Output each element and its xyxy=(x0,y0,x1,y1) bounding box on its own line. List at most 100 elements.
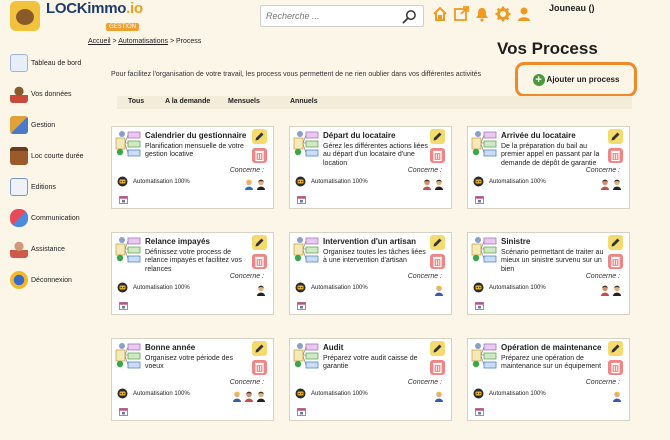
delete-button[interactable] xyxy=(608,148,623,163)
logo-tagline: GESTION xyxy=(106,22,140,31)
tab-annuels[interactable]: Annuels xyxy=(290,98,318,105)
delete-button[interactable] xyxy=(608,360,623,375)
search-icon[interactable] xyxy=(402,9,417,24)
external-link-icon[interactable] xyxy=(453,6,469,22)
concerned-people xyxy=(612,390,622,402)
automation-label: Automatisation 100% xyxy=(311,178,368,185)
sidebar-item-label: Déconnexion xyxy=(31,276,72,284)
user-name[interactable]: Jouneau () xyxy=(549,3,595,13)
delete-button[interactable] xyxy=(430,254,445,269)
robot-icon xyxy=(473,282,484,293)
calendar-icon xyxy=(297,196,306,204)
home-icon[interactable] xyxy=(432,6,448,22)
breadcrumb-home[interactable]: Accueil xyxy=(88,38,111,45)
process-flow-icon xyxy=(293,131,319,157)
process-flow-icon xyxy=(115,343,141,369)
automation-status: Automatisation 100% xyxy=(473,176,546,187)
sidebar-item-editions[interactable]: Editions xyxy=(10,172,90,202)
process-card[interactable]: Relance impayés Définissez votre process… xyxy=(111,232,274,315)
concerned-people xyxy=(256,284,266,296)
filter-bar: Tous A la demande Mensuels Annuels xyxy=(117,96,632,109)
sidebar-item-gestion[interactable]: Gestion xyxy=(10,110,90,140)
delete-button[interactable] xyxy=(252,148,267,163)
edit-button[interactable] xyxy=(430,129,445,144)
sidebar-item-tableau-de-bord[interactable]: Tableau de bord xyxy=(10,48,90,78)
logout-icon xyxy=(10,271,28,289)
process-description: Organisez toutes les tâches liées à une … xyxy=(323,249,426,265)
search-input[interactable] xyxy=(261,11,396,21)
concern-label: Concerne : xyxy=(585,167,620,174)
team-avatar-icon xyxy=(423,179,431,190)
concerned-people xyxy=(422,178,444,190)
process-card[interactable]: Opération de maintenance Préparez une op… xyxy=(467,338,630,421)
tab-a-la-demande[interactable]: A la demande xyxy=(165,98,210,105)
concern-label: Concerne : xyxy=(229,379,264,386)
concerned-people xyxy=(434,284,444,296)
automation-label: Automatisation 100% xyxy=(133,284,190,291)
edit-button[interactable] xyxy=(252,235,267,250)
sidebar-item-communication[interactable]: Communication xyxy=(10,203,90,233)
edit-button[interactable] xyxy=(608,129,623,144)
edit-button[interactable] xyxy=(608,341,623,356)
process-description: Planification mensuelle de votre gestion… xyxy=(145,143,244,159)
delete-button[interactable] xyxy=(252,360,267,375)
delete-button[interactable] xyxy=(252,254,267,269)
process-card[interactable]: Bonne année Organisez votre période des … xyxy=(111,338,274,421)
gear-icon[interactable] xyxy=(495,6,511,22)
app-logo[interactable]: LOCKimmo.io GESTION xyxy=(10,0,170,32)
edit-button[interactable] xyxy=(252,129,267,144)
edit-button[interactable] xyxy=(430,341,445,356)
sidebar-item-vos-donnees[interactable]: Vos données xyxy=(10,79,90,109)
tab-mensuels[interactable]: Mensuels xyxy=(228,98,260,105)
process-flow-icon xyxy=(293,237,319,263)
process-card[interactable]: Départ du locataire Gérez les différente… xyxy=(289,126,452,209)
breadcrumb: Accueil > Automatisations > Process xyxy=(88,38,201,45)
sidebar-item-loc-courte-duree[interactable]: Loc courte durée xyxy=(10,141,90,171)
edit-button[interactable] xyxy=(252,341,267,356)
delete-button[interactable] xyxy=(430,148,445,163)
calendar-icon xyxy=(475,302,484,310)
user-avatar-icon xyxy=(257,285,265,296)
delete-button[interactable] xyxy=(430,360,445,375)
team-avatar-icon xyxy=(601,179,609,190)
plus-icon: + xyxy=(532,73,545,86)
process-flow-icon xyxy=(471,131,497,157)
sidebar: Tableau de bord Vos données Gestion Loc … xyxy=(10,48,90,296)
calendar-icon xyxy=(119,408,128,416)
concern-label: Concerne : xyxy=(407,167,442,174)
automation-label: Automatisation 100% xyxy=(311,284,368,291)
chat-icon xyxy=(10,209,28,227)
worker-avatar-icon xyxy=(435,285,443,296)
sidebar-item-label: Communication xyxy=(31,214,80,222)
sidebar-item-label: Tableau de bord xyxy=(31,59,82,67)
process-title: Opération de maintenance xyxy=(501,343,602,352)
sidebar-item-label: Loc courte durée xyxy=(31,152,84,160)
edit-button[interactable] xyxy=(430,235,445,250)
process-title: Relance impayés xyxy=(145,237,210,246)
edit-button[interactable] xyxy=(608,235,623,250)
robot-icon xyxy=(295,282,306,293)
add-process-label: Ajouter un process xyxy=(546,75,620,84)
process-card[interactable]: Sinistre Scénario permettant de traiter … xyxy=(467,232,630,315)
process-card[interactable]: Arrivée du locataire De la préparation d… xyxy=(467,126,630,209)
process-card[interactable]: Audit Préparez votre audit caisse de gar… xyxy=(289,338,452,421)
suitcase-icon xyxy=(10,147,28,165)
concern-label: Concerne : xyxy=(229,273,264,280)
concern-label: Concerne : xyxy=(407,379,442,386)
bell-icon[interactable] xyxy=(474,6,490,22)
process-description: Organisez votre période des voeux xyxy=(145,355,233,371)
sidebar-item-deconnexion[interactable]: Déconnexion xyxy=(10,265,90,295)
process-card[interactable]: Intervention d'un artisan Organisez tout… xyxy=(289,232,452,315)
person-icon xyxy=(10,85,28,103)
breadcrumb-automatisations[interactable]: Automatisations xyxy=(118,38,168,45)
page-title: Vos Process xyxy=(497,39,598,58)
concern-label: Concerne : xyxy=(229,167,264,174)
delete-button[interactable] xyxy=(608,254,623,269)
sidebar-item-assistance[interactable]: Assistance xyxy=(10,234,90,264)
automation-label: Automatisation 100% xyxy=(489,178,546,185)
add-process-button[interactable]: + Ajouter un process xyxy=(532,73,620,86)
user-icon[interactable] xyxy=(516,6,532,22)
process-title: Bonne année xyxy=(145,343,196,352)
tab-tous[interactable]: Tous xyxy=(128,98,144,105)
process-card[interactable]: Calendrier du gestionnaire Planification… xyxy=(111,126,274,209)
